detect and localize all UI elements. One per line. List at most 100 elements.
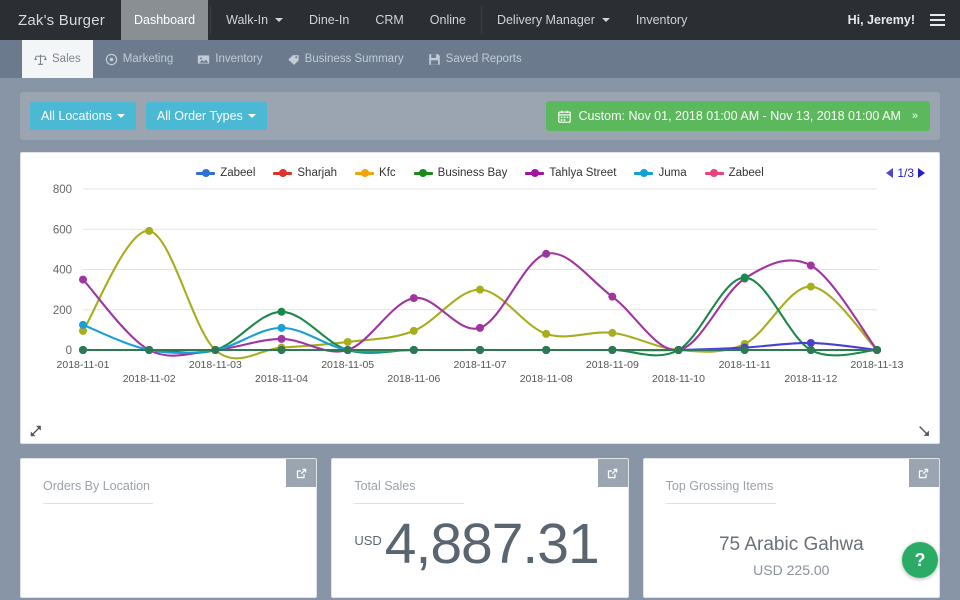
legend-item-business-bay[interactable]: Business Bay bbox=[414, 167, 508, 179]
data-point[interactable] bbox=[79, 276, 87, 284]
chevron-double-down-icon: » bbox=[912, 110, 918, 122]
y-axis-tick: 0 bbox=[66, 345, 72, 357]
x-axis-tick: 2018-11-11 bbox=[719, 359, 771, 371]
data-point[interactable] bbox=[542, 330, 550, 338]
card-expand-button[interactable] bbox=[286, 459, 316, 487]
data-point[interactable] bbox=[542, 346, 550, 354]
data-point[interactable] bbox=[278, 324, 286, 332]
data-point[interactable] bbox=[807, 346, 815, 354]
x-axis-tick: 2018-11-05 bbox=[321, 359, 374, 371]
nav-item-walk-in[interactable]: Walk-In bbox=[213, 0, 296, 40]
sub-tab-business-summary[interactable]: Business Summary bbox=[275, 40, 416, 78]
legend-item-tahlya-street[interactable]: Tahlya Street bbox=[525, 167, 616, 179]
nav-item-dashboard[interactable]: Dashboard bbox=[121, 0, 208, 40]
series-line-tahlya-street bbox=[83, 253, 877, 355]
data-point[interactable] bbox=[741, 274, 749, 282]
x-axis-tick: 2018-11-06 bbox=[387, 373, 440, 385]
legend-label: Sharjah bbox=[297, 167, 337, 179]
data-point[interactable] bbox=[278, 335, 286, 343]
data-point[interactable] bbox=[807, 283, 815, 291]
nav-item-label: Inventory bbox=[636, 13, 687, 27]
nav-divider bbox=[210, 6, 211, 34]
card-title: Orders By Location bbox=[21, 459, 316, 493]
nav-item-label: Walk-In bbox=[226, 13, 268, 27]
chevron-down-icon bbox=[275, 18, 283, 22]
legend-label: Business Bay bbox=[438, 167, 508, 179]
legend-pagination[interactable]: 1/3 bbox=[886, 166, 925, 180]
card-total-sales: Total SalesUSD4,887.31 bbox=[331, 458, 628, 598]
chevron-down-icon bbox=[602, 18, 610, 22]
data-point[interactable] bbox=[675, 346, 683, 354]
data-point[interactable] bbox=[211, 346, 219, 354]
legend-item-zabeel[interactable]: Zabeel bbox=[196, 167, 255, 179]
legend-prev-icon[interactable] bbox=[886, 168, 893, 178]
data-point[interactable] bbox=[608, 346, 616, 354]
user-greeting: Hi, Jeremy! bbox=[848, 13, 915, 27]
data-point[interactable] bbox=[807, 261, 815, 269]
sub-tab-marketing[interactable]: Marketing bbox=[93, 40, 186, 78]
date-range-label: Custom: Nov 01, 2018 01:00 AM - Nov 13, … bbox=[578, 109, 900, 123]
date-range-picker[interactable]: Custom: Nov 01, 2018 01:00 AM - Nov 13, … bbox=[546, 101, 930, 131]
currency-label: USD bbox=[354, 533, 381, 570]
data-point[interactable] bbox=[608, 293, 616, 301]
resize-handle-bottom-right[interactable] bbox=[917, 424, 931, 438]
data-point[interactable] bbox=[608, 329, 616, 337]
sub-tab-sales[interactable]: Sales bbox=[22, 40, 93, 78]
data-point[interactable] bbox=[741, 346, 749, 354]
data-point[interactable] bbox=[79, 346, 87, 354]
nav-item-crm[interactable]: CRM bbox=[362, 0, 416, 40]
nav-item-dine-in[interactable]: Dine-In bbox=[296, 0, 362, 40]
sub-tab-label: Inventory bbox=[215, 53, 262, 65]
legend-next-icon[interactable] bbox=[918, 168, 925, 178]
legend-item-juma[interactable]: Juma bbox=[634, 167, 686, 179]
legend-item-zabeel[interactable]: Zabeel bbox=[705, 167, 764, 179]
sub-tab-saved-reports[interactable]: Saved Reports bbox=[416, 40, 534, 78]
data-point[interactable] bbox=[542, 250, 550, 258]
data-point[interactable] bbox=[145, 346, 153, 354]
x-axis-tick: 2018-11-09 bbox=[586, 359, 639, 371]
data-point[interactable] bbox=[344, 346, 352, 354]
legend-item-sharjah[interactable]: Sharjah bbox=[273, 167, 337, 179]
legend-color-swatch bbox=[525, 172, 544, 175]
save-icon bbox=[428, 53, 441, 66]
data-point[interactable] bbox=[410, 327, 418, 335]
sales-chart-panel: Zabeel Sharjah Kfc Business Bay Tahlya Stree… bbox=[20, 152, 940, 444]
data-point[interactable] bbox=[873, 346, 881, 354]
data-point[interactable] bbox=[410, 346, 418, 354]
chart-plot-area: 02004006008002018-11-012018-11-022018-11… bbox=[21, 179, 939, 394]
legend-label: Kfc bbox=[379, 167, 396, 179]
data-point[interactable] bbox=[476, 324, 484, 332]
legend-color-swatch bbox=[705, 172, 724, 175]
x-axis-tick: 2018-11-07 bbox=[454, 359, 507, 371]
nav-item-inventory[interactable]: Inventory bbox=[623, 0, 700, 40]
data-point[interactable] bbox=[278, 346, 286, 354]
external-link-icon bbox=[606, 467, 619, 480]
top-nav-right: Hi, Jeremy! bbox=[848, 0, 960, 40]
nav-item-label: Delivery Manager bbox=[497, 13, 595, 27]
brand-logo[interactable]: Zak's Burger bbox=[0, 0, 121, 40]
data-point[interactable] bbox=[476, 286, 484, 294]
data-point[interactable] bbox=[807, 339, 815, 347]
help-button[interactable]: ? bbox=[902, 542, 938, 578]
legend-item-kfc[interactable]: Kfc bbox=[355, 167, 396, 179]
card-body bbox=[21, 504, 316, 518]
resize-handle-bottom-left[interactable] bbox=[29, 424, 43, 438]
card-expand-button[interactable] bbox=[909, 459, 939, 487]
all-order-types-dropdown[interactable]: All Order Types bbox=[146, 102, 267, 130]
nav-item-online[interactable]: Online bbox=[417, 0, 479, 40]
top-item-value: USD 225.00 bbox=[666, 562, 917, 578]
data-point[interactable] bbox=[344, 338, 352, 346]
external-link-icon bbox=[295, 467, 308, 480]
sub-tab-inventory[interactable]: Inventory bbox=[185, 40, 274, 78]
data-point[interactable] bbox=[145, 227, 153, 235]
all-locations-dropdown[interactable]: All Locations bbox=[30, 102, 136, 130]
hamburger-icon[interactable] bbox=[927, 11, 948, 29]
card-expand-button[interactable] bbox=[598, 459, 628, 487]
data-point[interactable] bbox=[476, 346, 484, 354]
data-point[interactable] bbox=[79, 321, 87, 329]
nav-item-label: Dine-In bbox=[309, 13, 349, 27]
x-axis-tick: 2018-11-02 bbox=[123, 373, 176, 385]
data-point[interactable] bbox=[410, 294, 418, 302]
nav-item-delivery-manager[interactable]: Delivery Manager bbox=[484, 0, 623, 40]
data-point[interactable] bbox=[278, 308, 286, 316]
